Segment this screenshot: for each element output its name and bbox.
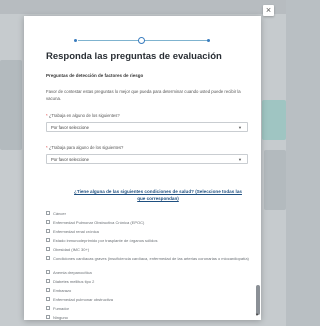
field-label-works-for: * ¿Trabaja para alguno de los siguientes… — [46, 145, 123, 150]
checkbox[interactable] — [46, 306, 50, 310]
checkbox[interactable] — [46, 297, 50, 301]
required-marker: * — [46, 113, 48, 118]
chevron-down-icon: ▼ — [238, 157, 242, 162]
option-label: Obesidad (IMC 30+) — [53, 247, 90, 252]
checkbox[interactable] — [46, 229, 50, 233]
conditions-question: ¿Tiene alguna de las siguientes condicio… — [74, 189, 242, 201]
option-label: Condiciones cardíacas graves (insuficien… — [53, 256, 249, 261]
checkbox[interactable] — [46, 247, 50, 251]
checkbox[interactable] — [46, 238, 50, 242]
option-label: Enfermedad pulmonar obstructiva — [53, 297, 114, 302]
select-value: Por favor seleccione — [51, 157, 89, 162]
option-label: Diabetes mellitus tipo 2 — [53, 279, 95, 284]
modal-scrollbar[interactable] — [256, 285, 260, 315]
option-label: Anemia drepanocítica — [53, 270, 92, 275]
checkbox[interactable] — [46, 211, 50, 215]
checkbox[interactable] — [46, 288, 50, 292]
background-panel — [262, 100, 286, 140]
option-label: Cáncer — [53, 211, 66, 216]
option-label: Embarazo — [53, 288, 72, 293]
intro-text: Favor de contestar estas preguntas lo me… — [46, 89, 241, 101]
checkbox[interactable] — [46, 279, 50, 283]
option-label: Enfermedad renal crónica — [53, 229, 99, 234]
background-header — [0, 0, 286, 14]
progress-stepper — [74, 36, 212, 46]
evaluation-modal: Responda las preguntas de evaluación Pre… — [24, 16, 261, 320]
scroll-down-arrow-icon[interactable]: ▼ — [255, 312, 259, 317]
checkbox[interactable] — [46, 315, 50, 319]
works-in-select[interactable]: Por favor seleccione ▼ — [46, 122, 248, 132]
checkbox[interactable] — [46, 220, 50, 224]
stepper-dot-current — [138, 37, 145, 44]
checkbox[interactable] — [46, 270, 50, 274]
field-label-text: ¿Trabaja para alguno de los siguientes? — [48, 145, 124, 150]
close-icon[interactable]: × — [263, 5, 274, 16]
option-label: Fumador — [53, 306, 70, 311]
field-label-text: ¿Trabaja en alguno de los siguientes? — [48, 113, 120, 118]
works-for-select[interactable]: Por favor seleccione ▼ — [46, 154, 248, 164]
chevron-down-icon: ▼ — [238, 125, 242, 130]
required-marker: * — [46, 145, 48, 150]
checkbox[interactable] — [46, 256, 50, 260]
stepper-dot-step-1 — [74, 39, 77, 42]
option-label: Estado inmunodeprimido por trasplante de… — [53, 238, 158, 243]
option-label: Ninguno — [53, 315, 68, 320]
select-value: Por favor seleccione — [51, 125, 89, 130]
stepper-dot-step-3 — [207, 39, 210, 42]
field-label-works-in: * ¿Trabaja en alguno de los siguientes? — [46, 113, 120, 118]
option-label: Enfermedad Pulmonar Obstructiva Crónica … — [53, 220, 145, 225]
section-heading: Preguntas de detección de factores de ri… — [46, 73, 144, 78]
background-panel-2 — [264, 150, 286, 210]
background-sidebar — [0, 60, 22, 150]
modal-title: Responda las preguntas de evaluación — [46, 51, 222, 62]
